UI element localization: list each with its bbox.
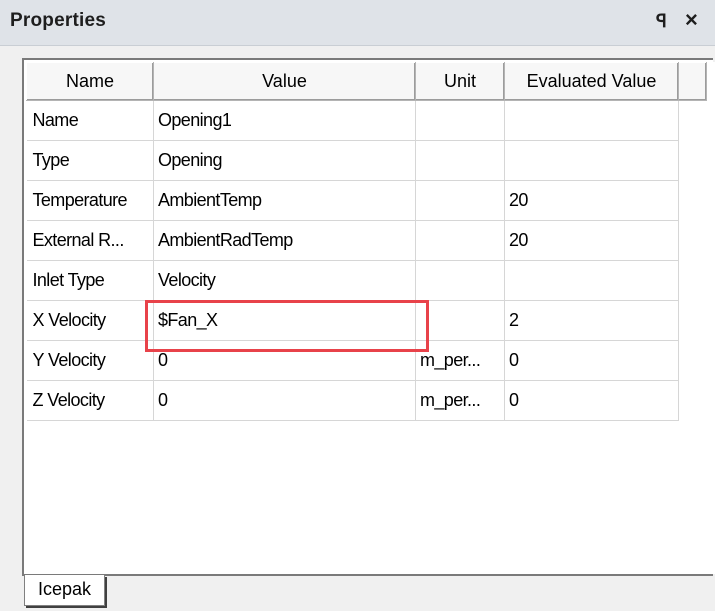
properties-panel: Name Value Unit Evaluated Value Name Ope… <box>22 58 715 576</box>
row-filler <box>679 341 707 381</box>
row-filler <box>679 301 707 341</box>
property-evaluated-value: 20 <box>504 180 679 221</box>
property-value[interactable]: Opening1 <box>153 100 416 141</box>
row-filler <box>679 141 707 181</box>
property-unit[interactable] <box>415 220 505 261</box>
property-unit[interactable]: m_per... <box>415 380 505 421</box>
property-value[interactable]: $Fan_X <box>153 300 416 341</box>
row-filler <box>679 181 707 221</box>
property-name[interactable]: Temperature <box>26 180 154 221</box>
property-value[interactable]: AmbientTemp <box>153 180 416 221</box>
property-unit[interactable]: m_per... <box>415 340 505 381</box>
row-filler <box>679 101 707 141</box>
table-row[interactable]: External R... AmbientRadTemp 20 <box>26 220 707 261</box>
properties-table: Name Value Unit Evaluated Value Name Ope… <box>26 62 707 421</box>
properties-titlebar: Properties ꟼ × <box>0 0 715 46</box>
table-row[interactable]: Z Velocity 0 m_per... 0 <box>26 380 707 421</box>
row-filler <box>679 221 707 261</box>
property-value[interactable]: Opening <box>153 140 416 181</box>
tab-icepak[interactable]: Icepak <box>24 575 105 606</box>
property-value[interactable]: Velocity <box>153 260 416 301</box>
property-value[interactable]: AmbientRadTemp <box>153 220 416 261</box>
column-header-evaluated-value[interactable]: Evaluated Value <box>504 62 679 101</box>
table-row[interactable]: Y Velocity 0 m_per... 0 <box>26 340 707 381</box>
property-evaluated-value <box>504 140 679 181</box>
row-filler <box>679 381 707 421</box>
close-icon[interactable]: × <box>685 8 698 32</box>
properties-grid: Name Value Unit Evaluated Value Name Ope… <box>26 62 715 574</box>
table-row[interactable]: Name Opening1 <box>26 100 707 141</box>
column-header-name[interactable]: Name <box>26 62 154 101</box>
property-unit[interactable] <box>415 260 505 301</box>
property-evaluated-value <box>504 260 679 301</box>
column-header-unit[interactable]: Unit <box>415 62 505 101</box>
property-value[interactable]: 0 <box>153 340 416 381</box>
header-row: Name Value Unit Evaluated Value <box>26 62 707 101</box>
property-evaluated-value <box>504 100 679 141</box>
property-unit[interactable] <box>415 300 505 341</box>
property-name[interactable]: Y Velocity <box>26 340 154 381</box>
property-name[interactable]: Z Velocity <box>26 380 154 421</box>
table-row[interactable]: Inlet Type Velocity <box>26 260 707 301</box>
table-row[interactable]: X Velocity $Fan_X 2 <box>26 300 707 341</box>
property-name[interactable]: Name <box>26 100 154 141</box>
property-name[interactable]: X Velocity <box>26 300 154 341</box>
property-unit[interactable] <box>415 140 505 181</box>
column-header-filler <box>678 62 707 101</box>
row-filler <box>679 261 707 301</box>
property-unit[interactable] <box>415 180 505 221</box>
table-row[interactable]: Type Opening <box>26 140 707 181</box>
property-name[interactable]: Inlet Type <box>26 260 154 301</box>
panel-title: Properties <box>10 10 106 31</box>
property-evaluated-value: 2 <box>504 300 679 341</box>
property-evaluated-value: 0 <box>504 380 679 421</box>
property-value[interactable]: 0 <box>153 380 416 421</box>
table-row[interactable]: Temperature AmbientTemp 20 <box>26 180 707 221</box>
property-name[interactable]: External R... <box>26 220 154 261</box>
property-evaluated-value: 0 <box>504 340 679 381</box>
property-evaluated-value: 20 <box>504 220 679 261</box>
pin-icon[interactable]: ꟼ <box>656 11 667 31</box>
property-unit[interactable] <box>415 100 505 141</box>
column-header-value[interactable]: Value <box>153 62 416 101</box>
property-name[interactable]: Type <box>26 140 154 181</box>
